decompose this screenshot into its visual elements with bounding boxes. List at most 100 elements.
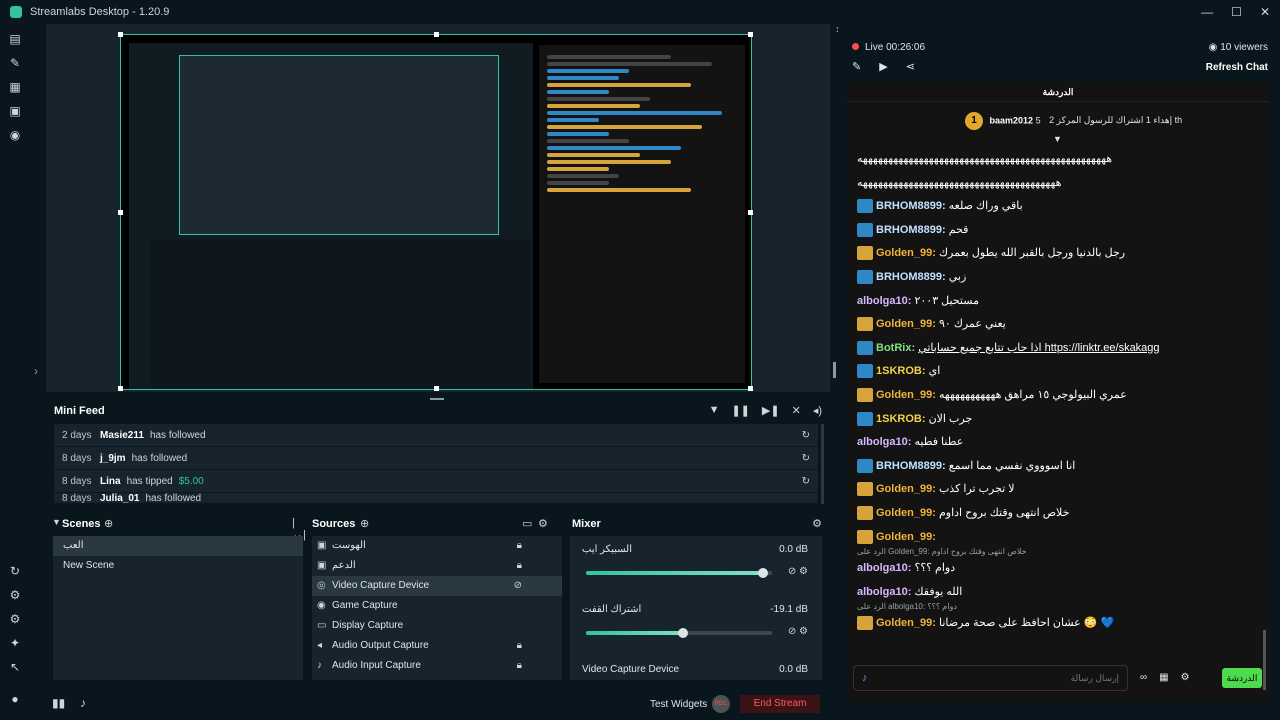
- resize-handle[interactable]: [118, 386, 123, 391]
- chat-username[interactable]: BotRix: [876, 342, 911, 354]
- end-stream-button[interactable]: End Stream: [740, 695, 820, 713]
- chat-username[interactable]: BRHOM8899: [876, 271, 942, 283]
- dashboard-icon[interactable]: ▣: [8, 104, 22, 118]
- editor-icon[interactable]: ▤: [8, 32, 22, 46]
- source-folder-icon[interactable]: ▭: [522, 517, 532, 530]
- lock-icon[interactable]: 🔒︎: [517, 556, 522, 576]
- mute-alerts-icon[interactable]: ✕: [792, 404, 801, 417]
- effects-icon[interactable]: ✦: [8, 636, 22, 650]
- chat-username[interactable]: 1SKROB: [876, 365, 922, 377]
- source-item[interactable]: ◂ Audio Output Capture 🔒︎: [312, 636, 562, 656]
- maximize-button[interactable]: ☐: [1231, 5, 1242, 19]
- add-source-icon[interactable]: ⊕: [360, 517, 369, 530]
- replay-icon[interactable]: ↻: [802, 430, 810, 441]
- apps-icon[interactable]: ◉: [8, 128, 22, 142]
- source-item[interactable]: ▣ الهوست 🔒︎: [312, 536, 562, 556]
- source-item[interactable]: ▣ الدعم 🔒︎: [312, 556, 562, 576]
- chevron-down-icon[interactable]: ▼: [52, 517, 61, 527]
- minimize-button[interactable]: —: [1201, 5, 1213, 19]
- lock-icon[interactable]: 🔒︎: [517, 636, 522, 656]
- feed-user: j_9jm: [100, 452, 126, 464]
- refresh-chat-button[interactable]: Refresh Chat: [1206, 62, 1268, 73]
- source-item[interactable]: ◎ Video Capture Device ⊘: [312, 576, 562, 596]
- feed-row: 8 days Lina has tipped $5.00 ↻: [54, 470, 818, 492]
- chat-username[interactable]: albolga10: [857, 295, 908, 307]
- resize-handle[interactable]: [118, 210, 123, 215]
- resize-handle[interactable]: [748, 32, 753, 37]
- edit-stream-icon[interactable]: ✎: [852, 60, 861, 73]
- chat-username[interactable]: albolga10: [857, 436, 908, 448]
- chat-input[interactable]: [854, 666, 1127, 690]
- resize-handle[interactable]: [434, 386, 439, 391]
- mute-and-settings-icons[interactable]: ⊘ ⚙: [788, 566, 808, 577]
- share-icon[interactable]: ⋖: [906, 60, 915, 73]
- chat-username[interactable]: Golden_99: [876, 617, 932, 629]
- store-icon[interactable]: ▦: [8, 80, 22, 94]
- settings-icon[interactable]: ⚙: [1181, 672, 1190, 683]
- chat-username[interactable]: 1SKROB: [876, 413, 922, 425]
- studio-mode-icon[interactable]: ⚙: [8, 612, 22, 626]
- emote-picker-icon[interactable]: ∞: [1140, 672, 1147, 683]
- source-settings-icon[interactable]: ⚙: [538, 517, 548, 530]
- volume-knob[interactable]: [757, 568, 768, 578]
- volume-icon[interactable]: ◂): [813, 404, 822, 417]
- record-button[interactable]: REC: [712, 695, 730, 713]
- chat-username[interactable]: albolga10: [857, 586, 908, 598]
- chat-resize-handle[interactable]: [833, 362, 836, 378]
- skip-icon[interactable]: ▶❚: [762, 404, 780, 417]
- chat-username[interactable]: Golden_99: [876, 318, 932, 330]
- gift-icon[interactable]: ▦: [1159, 672, 1168, 683]
- chat-username[interactable]: Golden_99: [876, 483, 932, 495]
- chat-username[interactable]: BRHOM8899: [876, 460, 942, 472]
- mute-and-settings-icons[interactable]: ⊘ ⚙: [788, 626, 808, 637]
- chevron-right-icon[interactable]: ›: [34, 364, 38, 378]
- profile-icon[interactable]: ●: [8, 692, 22, 706]
- add-scene-icon[interactable]: ⊕: [104, 517, 113, 530]
- microphone-icon[interactable]: ♪: [862, 672, 868, 684]
- replay-icon[interactable]: ↻: [802, 476, 810, 487]
- test-widgets-button[interactable]: Test Widgets: [650, 699, 707, 710]
- themes-icon[interactable]: ✎: [8, 56, 22, 70]
- layout-icon[interactable]: ⚙: [8, 588, 22, 602]
- mixer-db: -19.1 dB: [770, 604, 808, 615]
- close-button[interactable]: ✕: [1260, 5, 1270, 19]
- chat-username[interactable]: Golden_99: [876, 247, 932, 259]
- lock-icon[interactable]: 🔒︎: [517, 656, 522, 676]
- chat-username[interactable]: BRHOM8899: [876, 224, 942, 236]
- visibility-off-icon[interactable]: ⊘: [514, 576, 522, 596]
- volume-slider[interactable]: [586, 568, 772, 578]
- source-item[interactable]: ▭ Display Capture: [312, 616, 562, 636]
- pause-icon[interactable]: ❚❚: [731, 404, 749, 417]
- replay-icon[interactable]: ↻: [802, 453, 810, 464]
- chat-username[interactable]: BRHOM8899: [876, 200, 942, 212]
- help-icon[interactable]: ↖: [8, 660, 22, 674]
- mixer-settings-icon[interactable]: ⚙: [812, 517, 822, 530]
- resize-handle[interactable]: [748, 386, 753, 391]
- stream-preview[interactable]: [118, 32, 753, 391]
- scene-item[interactable]: New Scene: [53, 556, 303, 576]
- chat-username[interactable]: Golden_99: [876, 531, 932, 543]
- notifications-icon[interactable]: ♪: [80, 696, 86, 710]
- chat-username[interactable]: Golden_99: [876, 507, 932, 519]
- volume-knob[interactable]: [677, 628, 688, 638]
- scrollbar[interactable]: [1263, 630, 1266, 690]
- volume-slider[interactable]: [586, 628, 772, 638]
- chevron-down-icon[interactable]: ▼: [1053, 134, 1062, 144]
- clip-icon[interactable]: ▶: [879, 60, 887, 73]
- source-label: الدعم: [332, 560, 356, 571]
- send-chat-button[interactable]: الدردشة: [1222, 668, 1262, 688]
- lock-icon[interactable]: 🔒︎: [517, 536, 522, 556]
- scene-item[interactable]: العب: [53, 536, 303, 556]
- performance-icon[interactable]: ▮▮: [52, 696, 65, 710]
- source-item[interactable]: ♪ Audio Input Capture 🔒︎: [312, 656, 562, 676]
- chat-username[interactable]: Golden_99: [876, 389, 932, 401]
- resize-handle[interactable]: [748, 210, 753, 215]
- volume-fill: [586, 631, 683, 635]
- resize-handle[interactable]: [118, 32, 123, 37]
- source-item[interactable]: ◉ Game Capture: [312, 596, 562, 616]
- highlighter-icon[interactable]: ↻: [8, 564, 22, 578]
- filter-icon[interactable]: ▼: [709, 404, 720, 417]
- resize-handle[interactable]: [434, 32, 439, 37]
- chat-username[interactable]: albolga10: [857, 562, 908, 574]
- scrollbar[interactable]: [821, 424, 824, 504]
